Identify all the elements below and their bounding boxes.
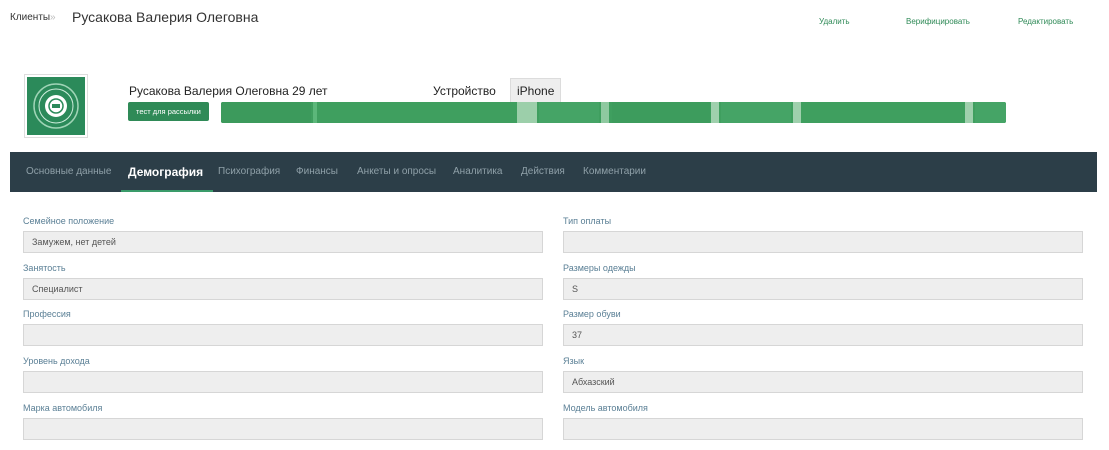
payment-type-value[interactable] bbox=[563, 231, 1083, 253]
edit-button[interactable]: Редактировать bbox=[1018, 17, 1073, 26]
payment-type-label: Тип оплаты bbox=[563, 216, 612, 226]
tab-finance[interactable]: Финансы bbox=[296, 152, 338, 192]
income-level-field: Уровень дохода bbox=[23, 355, 543, 393]
tab-basic-data[interactable]: Основные данные bbox=[26, 152, 111, 192]
clothing-size-value[interactable]: S bbox=[563, 278, 1083, 300]
tab-psychography[interactable]: Психография bbox=[218, 152, 280, 192]
profile-name-age: Русакова Валерия Олеговна 29 лет bbox=[129, 84, 328, 98]
verify-button[interactable]: Верифицировать bbox=[906, 17, 970, 26]
marital-status-label: Семейное положение bbox=[23, 216, 115, 226]
top-bar: Клиенты » Русакова Валерия Олеговна Удал… bbox=[0, 0, 1109, 40]
tab-bar: Основные данные Демография Психография Ф… bbox=[10, 152, 1097, 192]
tab-comments[interactable]: Комментарии bbox=[583, 152, 646, 192]
tab-actions[interactable]: Действия bbox=[521, 152, 565, 192]
avatar-logo-icon bbox=[27, 77, 85, 135]
car-brand-label: Марка автомобиля bbox=[23, 403, 103, 413]
income-level-value[interactable] bbox=[23, 371, 543, 393]
language-value[interactable]: Абхазский bbox=[563, 371, 1083, 393]
breadcrumb-separator: » bbox=[50, 12, 56, 23]
device-label: Устройство bbox=[433, 84, 496, 98]
marital-status-value[interactable]: Замужем, нет детей bbox=[23, 231, 543, 253]
car-brand-field: Марка автомобиля bbox=[23, 402, 543, 440]
delete-button[interactable]: Удалить bbox=[819, 17, 850, 26]
clothing-size-field: Размеры одежды S bbox=[563, 262, 1083, 300]
clothing-size-label: Размеры одежды bbox=[563, 263, 636, 273]
tab-analytics[interactable]: Аналитика bbox=[453, 152, 503, 192]
employment-field: Занятость Специалист bbox=[23, 262, 543, 300]
language-field: Язык Абхазский bbox=[563, 355, 1083, 393]
marital-status-field: Семейное положение Замужем, нет детей bbox=[23, 215, 543, 253]
payment-type-field: Тип оплаты bbox=[563, 215, 1083, 253]
car-brand-value[interactable] bbox=[23, 418, 543, 440]
language-label: Язык bbox=[563, 356, 585, 366]
shoe-size-field: Размер обуви 37 bbox=[563, 308, 1083, 346]
avatar bbox=[24, 74, 88, 138]
tab-demography[interactable]: Демография bbox=[120, 152, 214, 192]
profession-label: Профессия bbox=[23, 309, 71, 319]
breadcrumb-clients-link[interactable]: Клиенты bbox=[10, 12, 50, 23]
employment-label: Занятость bbox=[23, 263, 66, 273]
shoe-size-label: Размер обуви bbox=[563, 309, 621, 319]
income-level-label: Уровень дохода bbox=[23, 356, 90, 366]
device-value: iPhone bbox=[510, 78, 562, 102]
car-model-label: Модель автомобиля bbox=[563, 403, 648, 413]
shoe-size-value[interactable]: 37 bbox=[563, 324, 1083, 346]
profession-value[interactable] bbox=[23, 324, 543, 346]
redacted-tags-bar bbox=[221, 102, 1006, 123]
car-model-value[interactable] bbox=[563, 418, 1083, 440]
employment-value[interactable]: Специалист bbox=[23, 278, 543, 300]
profession-field: Профессия bbox=[23, 308, 543, 346]
tab-surveys[interactable]: Анкеты и опросы bbox=[357, 152, 436, 192]
tag-chip[interactable]: тест для рассылки bbox=[128, 102, 209, 121]
car-model-field: Модель автомобиля bbox=[563, 402, 1083, 440]
page-title: Русакова Валерия Олеговна bbox=[72, 9, 259, 25]
